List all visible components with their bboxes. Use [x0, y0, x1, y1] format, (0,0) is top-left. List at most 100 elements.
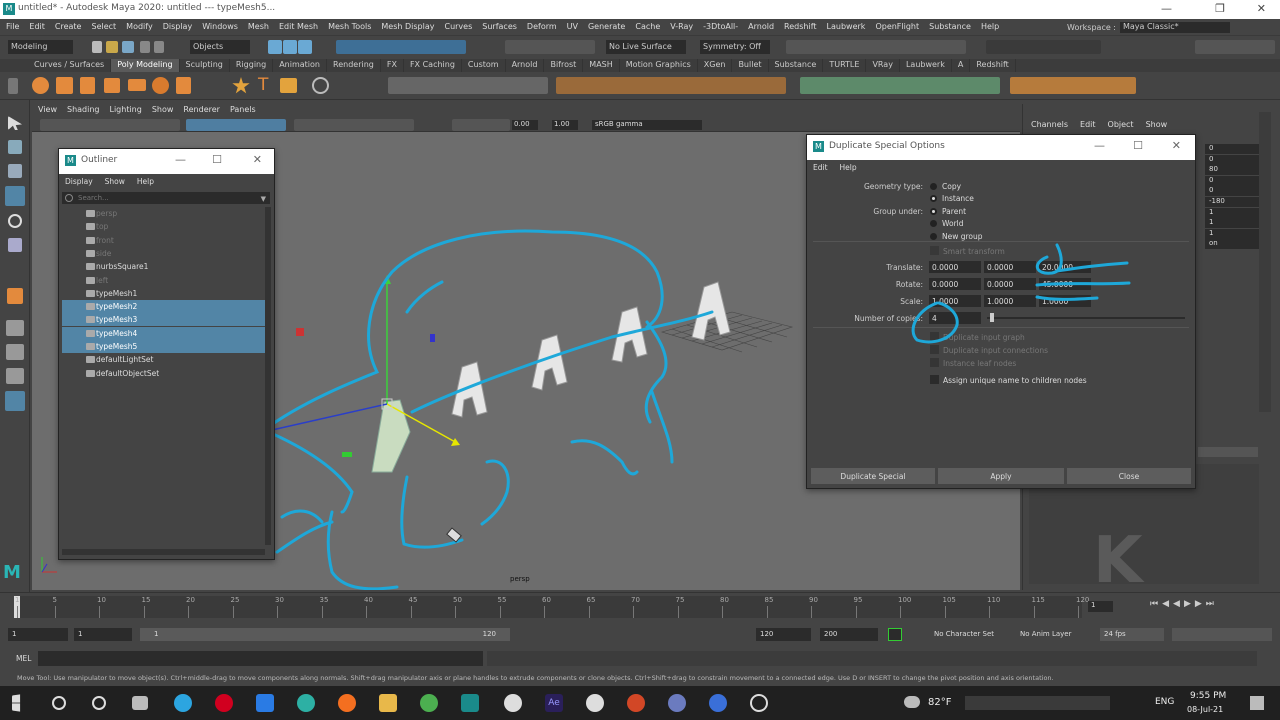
- poly-modify-tools-icons[interactable]: [556, 77, 786, 94]
- channel-value-field[interactable]: 80: [1205, 165, 1261, 176]
- windows-start-icon[interactable]: [12, 694, 21, 712]
- outliner-maximize-icon[interactable]: ☐: [212, 153, 222, 166]
- poly-sphere-icon[interactable]: [32, 77, 49, 94]
- file-explorer-icon[interactable]: [379, 694, 397, 712]
- type-tool-icon[interactable]: T: [258, 75, 268, 95]
- shelf-tab-motion-graphics[interactable]: Motion Graphics: [620, 59, 698, 72]
- weather-temp[interactable]: 82°F: [928, 697, 951, 708]
- scene-end-field[interactable]: 200: [820, 628, 878, 641]
- playback-end-field[interactable]: 120: [756, 628, 811, 641]
- undo-icon[interactable]: [140, 41, 150, 53]
- mel-input[interactable]: [38, 651, 483, 666]
- menu-set-dropdown[interactable]: Modeling: [8, 40, 73, 54]
- task-view-icon[interactable]: [132, 696, 148, 710]
- dialog-menu-help[interactable]: Help: [840, 163, 857, 172]
- channel-value-field[interactable]: 1: [1205, 207, 1261, 218]
- after-effects-icon[interactable]: Ae: [545, 694, 563, 712]
- outliner-menu-help[interactable]: Help: [137, 177, 154, 186]
- outliner-item[interactable]: persp: [62, 207, 265, 220]
- menu-cache[interactable]: Cache: [635, 22, 660, 31]
- outliner-menu-display[interactable]: Display: [65, 177, 93, 186]
- channel-value-field[interactable]: 1: [1205, 218, 1261, 229]
- scale-z-field[interactable]: 1.0000: [1039, 295, 1091, 307]
- select-by-hierarchy-icon[interactable]: [268, 40, 282, 54]
- notifications-icon[interactable]: [1250, 696, 1264, 710]
- radio-new-group[interactable]: [930, 232, 937, 240]
- lasso-tool-icon[interactable]: [8, 140, 22, 154]
- super-shape-icon[interactable]: [232, 77, 250, 94]
- poly-platonic-icon[interactable]: [176, 77, 191, 94]
- outliner-close-icon[interactable]: ✕: [253, 153, 262, 166]
- outliner-item[interactable]: side: [62, 247, 265, 260]
- symmetry-dropdown[interactable]: Symmetry: Off: [700, 40, 770, 54]
- channel-value-field[interactable]: 0: [1205, 175, 1261, 186]
- system-tray-icons[interactable]: [965, 696, 1110, 710]
- menu--3dtoall-[interactable]: -3DtoAll-: [703, 22, 738, 31]
- open-scene-icon[interactable]: [106, 41, 118, 53]
- channel-value-field[interactable]: 1: [1205, 228, 1261, 239]
- shelf-tab-custom[interactable]: Custom: [462, 59, 506, 72]
- playback-options-icons[interactable]: [1172, 628, 1272, 641]
- channel-value-field[interactable]: 0: [1205, 154, 1261, 165]
- menu-edit-mesh[interactable]: Edit Mesh: [279, 22, 318, 31]
- character-set-dropdown[interactable]: No Character Set: [934, 630, 994, 638]
- outliner-item[interactable]: defaultLightSet: [62, 353, 265, 366]
- duplicate-special-button[interactable]: Duplicate Special: [811, 468, 935, 484]
- mash-icon[interactable]: [312, 77, 329, 94]
- maximize-icon[interactable]: ❐: [1215, 2, 1225, 15]
- viewport-menu-shading[interactable]: Shading: [67, 105, 100, 118]
- select-by-component-icon[interactable]: [298, 40, 312, 54]
- anim-layer-dropdown[interactable]: No Anim Layer: [1020, 630, 1071, 638]
- outliner-item[interactable]: typeMesh4: [62, 326, 265, 340]
- poly-torus-icon[interactable]: [152, 77, 169, 94]
- checkbox-duplicate-input-connections[interactable]: [930, 345, 939, 354]
- translate-y-field[interactable]: 0.0000: [984, 261, 1036, 273]
- menu-curves[interactable]: Curves: [444, 22, 472, 31]
- selection-mask-dropdown[interactable]: Objects: [190, 40, 250, 54]
- outliner-item[interactable]: top: [62, 220, 265, 233]
- channel-value-field[interactable]: 0: [1205, 144, 1261, 154]
- close-button[interactable]: Close: [1067, 468, 1191, 484]
- radio-parent[interactable]: [930, 208, 937, 215]
- checkbox-instance-leaf-nodes[interactable]: [930, 358, 939, 367]
- selection-mask-icons[interactable]: [336, 40, 466, 54]
- app-icon-1[interactable]: [668, 694, 686, 712]
- shelf-tab-laubwerk[interactable]: Laubwerk: [900, 59, 952, 72]
- search-icon[interactable]: [52, 696, 66, 710]
- edge-icon[interactable]: [297, 694, 315, 712]
- shelf-tab-mash[interactable]: MASH: [583, 59, 620, 72]
- channel-value-field[interactable]: -180: [1205, 197, 1261, 207]
- dialog-menu-edit[interactable]: Edit: [813, 163, 828, 172]
- language-indicator[interactable]: ENG: [1155, 697, 1174, 707]
- shelf-tab-a[interactable]: A: [952, 59, 971, 72]
- viewport-display-icons[interactable]: [452, 119, 510, 131]
- viewport-menu-panels[interactable]: Panels: [230, 105, 256, 118]
- shelf-tab-fx[interactable]: FX: [381, 59, 404, 72]
- shelf-tab-rendering[interactable]: Rendering: [327, 59, 381, 72]
- scale-y-field[interactable]: 1.0000: [984, 295, 1036, 307]
- last-tool-icon[interactable]: [7, 288, 23, 304]
- weather-icon[interactable]: [904, 696, 920, 708]
- menu-display[interactable]: Display: [163, 22, 193, 31]
- viewport-menu-lighting[interactable]: Lighting: [109, 105, 141, 118]
- outliner-item[interactable]: front: [62, 234, 265, 247]
- panel-toggle-icons[interactable]: [1195, 40, 1275, 54]
- viewport-menu-renderer[interactable]: Renderer: [183, 105, 220, 118]
- outliner-layout-icon[interactable]: [5, 391, 25, 411]
- app-icon-2[interactable]: [709, 694, 727, 712]
- shelf-tab-fx-caching[interactable]: FX Caching: [404, 59, 462, 72]
- shelf-tab-animation[interactable]: Animation: [273, 59, 327, 72]
- menu-modify[interactable]: Modify: [126, 22, 153, 31]
- workspace-selector[interactable]: Workspace : Maya Classic*: [1067, 22, 1230, 33]
- channel-value-field[interactable]: 0: [1205, 186, 1261, 197]
- shelf-tab-xgen[interactable]: XGen: [698, 59, 733, 72]
- cortana-icon[interactable]: [92, 696, 106, 710]
- firefox-icon[interactable]: [338, 694, 356, 712]
- menu-create[interactable]: Create: [55, 22, 82, 31]
- scene-start-field[interactable]: 1: [8, 628, 68, 641]
- channel-menu-show[interactable]: Show: [1146, 120, 1168, 129]
- maps-icon[interactable]: [504, 694, 522, 712]
- menu-laubwerk[interactable]: Laubwerk: [827, 22, 866, 31]
- menu-mesh-display[interactable]: Mesh Display: [381, 22, 434, 31]
- four-view-icon[interactable]: [6, 344, 24, 360]
